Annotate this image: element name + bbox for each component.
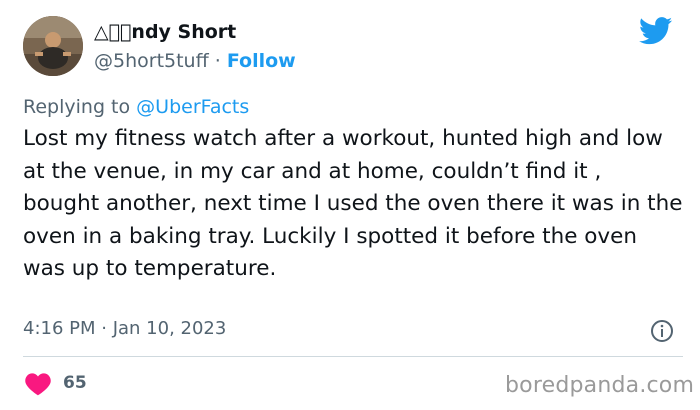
replying-prefix: Replying to xyxy=(23,96,131,118)
tweet-text: Lost my fitness watch after a workout, h… xyxy=(23,126,683,282)
mention-link[interactable]: @UberFacts xyxy=(136,96,249,118)
heart-icon[interactable] xyxy=(25,372,51,396)
separator-dot: · xyxy=(214,50,221,72)
like-count[interactable]: 65 xyxy=(63,373,87,393)
user-handle[interactable]: @5hort5tuff xyxy=(94,50,209,72)
watermark: boredpanda.com xyxy=(505,373,695,398)
avatar[interactable] xyxy=(23,16,83,76)
timestamp[interactable]: 4:16 PM · Jan 10, 2023 xyxy=(23,318,226,339)
handle-line: @5hort5tuff · Follow xyxy=(94,50,296,72)
replying-to: Replying to @UberFacts xyxy=(23,96,249,118)
follow-button[interactable]: Follow xyxy=(227,50,296,72)
display-name[interactable]: △⃞⃞ndy Short xyxy=(94,21,236,43)
avatar-image xyxy=(23,16,83,76)
info-icon[interactable] xyxy=(650,319,674,343)
divider xyxy=(23,356,683,357)
twitter-bird-icon[interactable] xyxy=(639,17,673,45)
